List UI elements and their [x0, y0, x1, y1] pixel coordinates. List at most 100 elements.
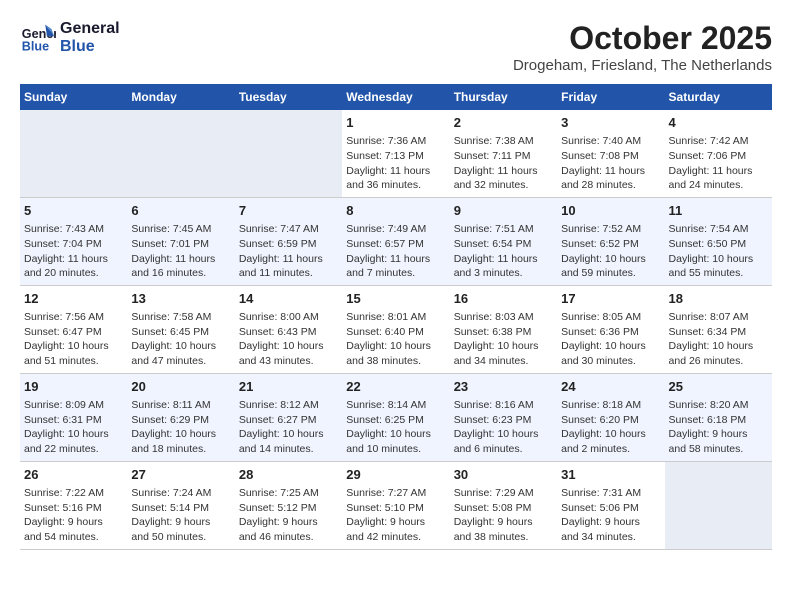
day-info: Sunrise: 8:03 AMSunset: 6:38 PMDaylight:…	[454, 310, 553, 369]
day-info: Sunrise: 7:51 AMSunset: 6:54 PMDaylight:…	[454, 222, 553, 281]
day-number: 5	[24, 202, 123, 220]
day-number: 21	[239, 378, 338, 396]
day-info: Sunrise: 7:42 AMSunset: 7:06 PMDaylight:…	[669, 134, 768, 193]
table-row: 14 Sunrise: 8:00 AMSunset: 6:43 PMDayligh…	[235, 285, 342, 373]
day-info: Sunrise: 7:29 AMSunset: 5:08 PMDaylight:…	[454, 486, 553, 545]
day-number: 27	[131, 466, 230, 484]
table-row: 10Sunrise: 7:52 AMSunset: 6:52 PMDayligh…	[557, 197, 664, 285]
table-row: 2 Sunrise: 7:38 AMSunset: 7:11 PMDaylight…	[450, 110, 557, 197]
calendar-week-row: 12Sunrise: 7:56 AMSunset: 6:47 PMDayligh…	[20, 285, 772, 373]
day-info: Sunrise: 8:18 AMSunset: 6:20 PMDaylight:…	[561, 398, 660, 457]
day-info: Sunrise: 7:24 AMSunset: 5:14 PMDaylight:…	[131, 486, 230, 545]
page-header: General Blue General Blue October 2025 D…	[20, 20, 772, 74]
table-row: 29Sunrise: 7:27 AMSunset: 5:10 PMDayligh…	[342, 461, 449, 549]
day-info: Sunrise: 7:40 AMSunset: 7:08 PMDaylight:…	[561, 134, 660, 193]
day-number: 12	[24, 290, 123, 308]
col-monday: Monday	[127, 84, 234, 110]
svg-text:Blue: Blue	[22, 40, 49, 54]
table-row	[665, 461, 772, 549]
table-row: 12Sunrise: 7:56 AMSunset: 6:47 PMDayligh…	[20, 285, 127, 373]
calendar-week-row: 5 Sunrise: 7:43 AMSunset: 7:04 PMDaylight…	[20, 197, 772, 285]
day-number: 16	[454, 290, 553, 308]
day-number: 10	[561, 202, 660, 220]
table-row: 9 Sunrise: 7:51 AMSunset: 6:54 PMDaylight…	[450, 197, 557, 285]
table-row: 22 Sunrise: 8:14 AMSunset: 6:25 PMDayligh…	[342, 373, 449, 461]
table-row: 23 Sunrise: 8:16 AMSunset: 6:23 PMDayligh…	[450, 373, 557, 461]
col-friday: Friday	[557, 84, 664, 110]
day-info: Sunrise: 7:49 AMSunset: 6:57 PMDaylight:…	[346, 222, 445, 281]
day-info: Sunrise: 7:36 AMSunset: 7:13 PMDaylight:…	[346, 134, 445, 193]
day-info: Sunrise: 7:54 AMSunset: 6:50 PMDaylight:…	[669, 222, 768, 281]
day-number: 30	[454, 466, 553, 484]
day-info: Sunrise: 8:07 AMSunset: 6:34 PMDaylight:…	[669, 310, 768, 369]
day-info: Sunrise: 7:38 AMSunset: 7:11 PMDaylight:…	[454, 134, 553, 193]
table-row: 4 Sunrise: 7:42 AMSunset: 7:06 PMDaylight…	[665, 110, 772, 197]
day-info: Sunrise: 8:16 AMSunset: 6:23 PMDaylight:…	[454, 398, 553, 457]
day-number: 2	[454, 114, 553, 132]
col-wednesday: Wednesday	[342, 84, 449, 110]
table-row: 24 Sunrise: 8:18 AMSunset: 6:20 PMDayligh…	[557, 373, 664, 461]
day-info: Sunrise: 8:09 AMSunset: 6:31 PMDaylight:…	[24, 398, 123, 457]
day-number: 11	[669, 202, 768, 220]
day-info: Sunrise: 8:11 AMSunset: 6:29 PMDaylight:…	[131, 398, 230, 457]
day-number: 31	[561, 466, 660, 484]
day-info: Sunrise: 7:58 AMSunset: 6:45 PMDaylight:…	[131, 310, 230, 369]
day-number: 29	[346, 466, 445, 484]
table-row: 19 Sunrise: 8:09 AMSunset: 6:31 PMDayligh…	[20, 373, 127, 461]
day-number: 17	[561, 290, 660, 308]
day-info: Sunrise: 7:25 AMSunset: 5:12 PMDaylight:…	[239, 486, 338, 545]
table-row: 8 Sunrise: 7:49 AMSunset: 6:57 PMDaylight…	[342, 197, 449, 285]
day-info: Sunrise: 8:20 AMSunset: 6:18 PMDaylight:…	[669, 398, 768, 457]
day-info: Sunrise: 7:43 AMSunset: 7:04 PMDaylight:…	[24, 222, 123, 281]
day-number: 13	[131, 290, 230, 308]
day-number: 18	[669, 290, 768, 308]
month-title: October 2025	[513, 20, 772, 57]
day-number: 14	[239, 290, 338, 308]
day-number: 23	[454, 378, 553, 396]
day-info: Sunrise: 8:00 AMSunset: 6:43 PMDaylight:…	[239, 310, 338, 369]
day-number: 9	[454, 202, 553, 220]
calendar-header-row: Sunday Monday Tuesday Wednesday Thursday…	[20, 84, 772, 110]
table-row: 31Sunrise: 7:31 AMSunset: 5:06 PMDayligh…	[557, 461, 664, 549]
day-info: Sunrise: 8:05 AMSunset: 6:36 PMDaylight:…	[561, 310, 660, 369]
col-saturday: Saturday	[665, 84, 772, 110]
table-row: 16 Sunrise: 8:03 AMSunset: 6:38 PMDayligh…	[450, 285, 557, 373]
location: Drogeham, Friesland, The Netherlands	[513, 57, 772, 74]
col-sunday: Sunday	[20, 84, 127, 110]
table-row: 26Sunrise: 7:22 AMSunset: 5:16 PMDayligh…	[20, 461, 127, 549]
day-info: Sunrise: 8:12 AMSunset: 6:27 PMDaylight:…	[239, 398, 338, 457]
col-tuesday: Tuesday	[235, 84, 342, 110]
calendar-week-row: 19 Sunrise: 8:09 AMSunset: 6:31 PMDayligh…	[20, 373, 772, 461]
day-number: 22	[346, 378, 445, 396]
day-info: Sunrise: 8:01 AMSunset: 6:40 PMDaylight:…	[346, 310, 445, 369]
table-row	[235, 110, 342, 197]
col-thursday: Thursday	[450, 84, 557, 110]
day-number: 8	[346, 202, 445, 220]
table-row: 1 Sunrise: 7:36 AMSunset: 7:13 PMDaylight…	[342, 110, 449, 197]
table-row: 13 Sunrise: 7:58 AMSunset: 6:45 PMDayligh…	[127, 285, 234, 373]
logo: General Blue General Blue	[20, 20, 120, 56]
day-number: 19	[24, 378, 123, 396]
day-number: 1	[346, 114, 445, 132]
table-row: 30 Sunrise: 7:29 AMSunset: 5:08 PMDayligh…	[450, 461, 557, 549]
title-block: October 2025 Drogeham, Friesland, The Ne…	[513, 20, 772, 74]
table-row: 15Sunrise: 8:01 AMSunset: 6:40 PMDayligh…	[342, 285, 449, 373]
day-info: Sunrise: 8:14 AMSunset: 6:25 PMDaylight:…	[346, 398, 445, 457]
day-number: 24	[561, 378, 660, 396]
calendar-week-row: 1 Sunrise: 7:36 AMSunset: 7:13 PMDaylight…	[20, 110, 772, 197]
table-row: 7Sunrise: 7:47 AMSunset: 6:59 PMDaylight…	[235, 197, 342, 285]
day-number: 7	[239, 202, 338, 220]
logo-blue: Blue	[60, 38, 120, 56]
table-row: 27 Sunrise: 7:24 AMSunset: 5:14 PMDayligh…	[127, 461, 234, 549]
table-row: 25 Sunrise: 8:20 AMSunset: 6:18 PMDayligh…	[665, 373, 772, 461]
day-number: 4	[669, 114, 768, 132]
day-number: 25	[669, 378, 768, 396]
table-row: 21 Sunrise: 8:12 AMSunset: 6:27 PMDayligh…	[235, 373, 342, 461]
table-row: 3Sunrise: 7:40 AMSunset: 7:08 PMDaylight…	[557, 110, 664, 197]
table-row: 11 Sunrise: 7:54 AMSunset: 6:50 PMDayligh…	[665, 197, 772, 285]
logo-general: General	[60, 20, 120, 38]
table-row	[20, 110, 127, 197]
calendar-week-row: 26Sunrise: 7:22 AMSunset: 5:16 PMDayligh…	[20, 461, 772, 549]
day-number: 20	[131, 378, 230, 396]
table-row: 17 Sunrise: 8:05 AMSunset: 6:36 PMDayligh…	[557, 285, 664, 373]
